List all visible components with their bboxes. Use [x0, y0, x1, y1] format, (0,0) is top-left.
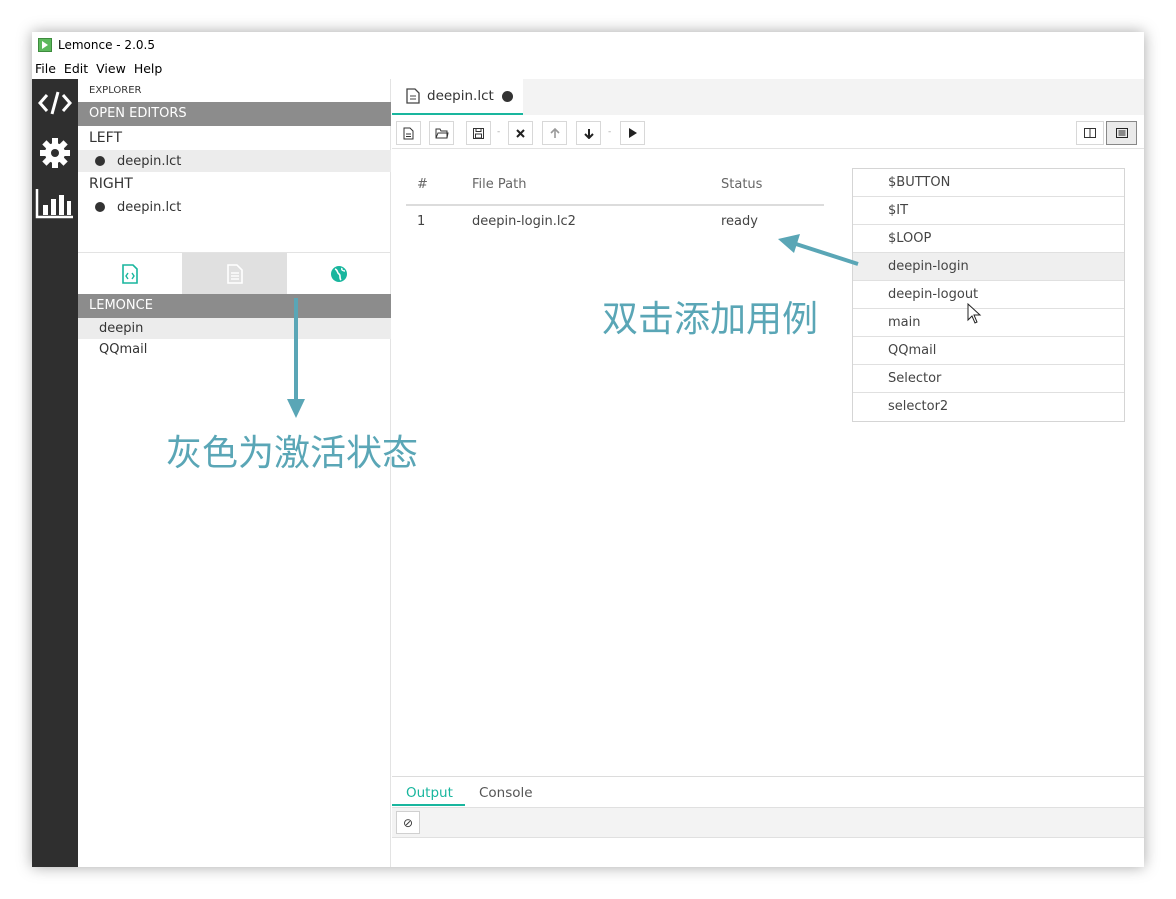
arrow-to-status: [778, 234, 859, 266]
annotation-double-click: 双击添加用例: [602, 299, 819, 340]
arrow-down-to-label: [287, 298, 305, 418]
annotation-gray-active: 灰色为激活状态: [166, 433, 419, 474]
